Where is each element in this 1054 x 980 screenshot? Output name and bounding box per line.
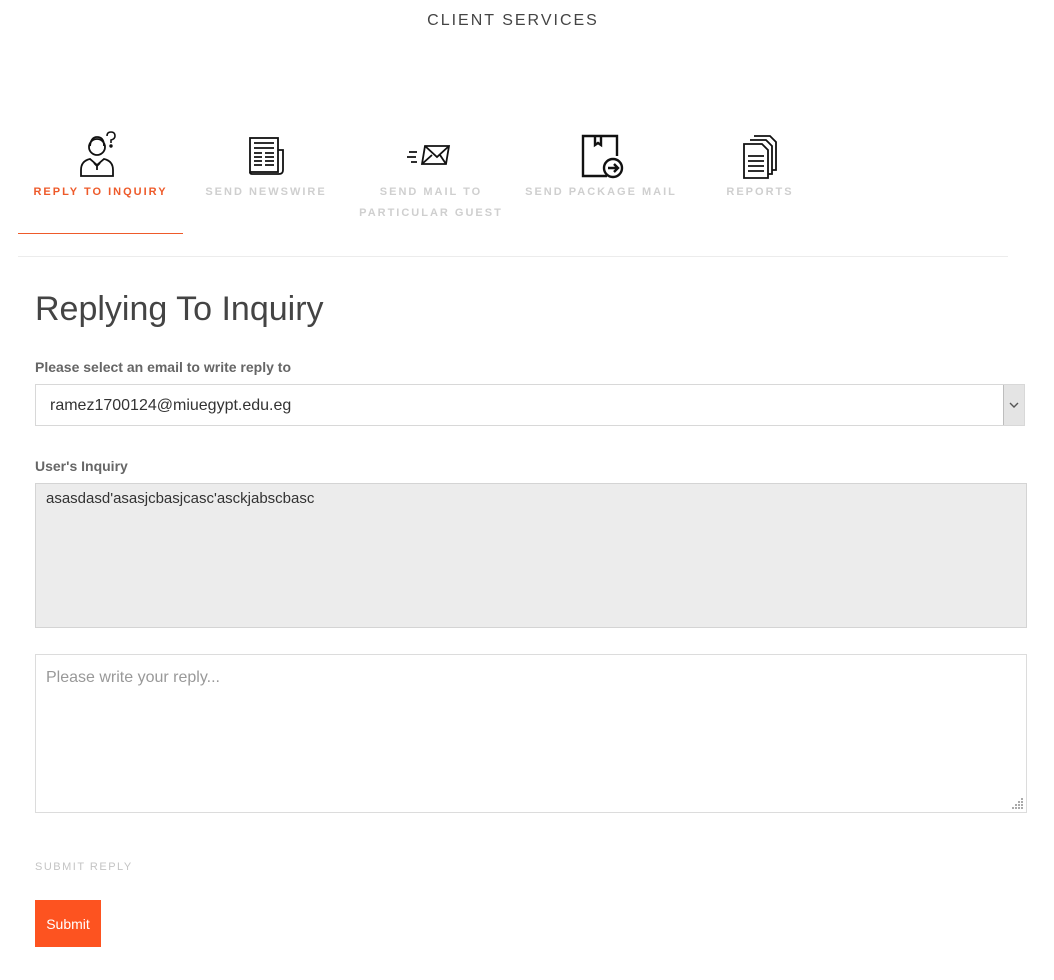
send-mail-icon [407, 145, 451, 165]
package-mail-icon [581, 134, 624, 179]
tab-send-mail-to-guest[interactable]: SEND MAIL TO PARTICULAR GUEST [353, 130, 509, 234]
user-inquiry-box: asasdasd'asasjcbasjcasc'asckjabscbasc [35, 483, 1027, 628]
tab-label: SEND PACKAGE MAIL [525, 186, 677, 198]
reports-icon [743, 135, 777, 179]
support-agent-icon [79, 131, 116, 177]
chevron-down-icon[interactable] [1003, 385, 1024, 425]
email-select-label: Please select an email to write reply to [35, 359, 291, 375]
email-select-value: ramez1700124@miuegypt.edu.eg [50, 397, 292, 414]
reply-textarea[interactable] [35, 654, 1027, 813]
tab-label: REPLY TO INQUIRY [33, 186, 168, 198]
active-tab-underline [18, 233, 183, 234]
inquiry-text: asasdasd'asasjcbasjcasc'asckjabscbasc [46, 490, 315, 507]
inquiry-label: User's Inquiry [35, 458, 128, 474]
tab-label: SEND MAIL TO PARTICULAR GUEST [359, 186, 503, 219]
client-services-tabs: REPLY TO INQUIRY SEND NEWSWIRE SEND MAIL… [18, 130, 1008, 257]
resize-grip-icon[interactable] [1012, 797, 1024, 809]
newspaper-icon [249, 137, 284, 175]
email-select[interactable]: ramez1700124@miuegypt.edu.eg [35, 384, 1025, 426]
submit-button[interactable]: Submit [35, 900, 101, 947]
tab-reply-to-inquiry[interactable]: REPLY TO INQUIRY [18, 130, 183, 234]
tab-label: REPORTS [726, 186, 794, 198]
section-heading: Replying To Inquiry [35, 290, 324, 328]
tab-reports[interactable]: REPORTS [708, 130, 812, 234]
page-title: CLIENT SERVICES [427, 12, 599, 29]
submit-reply-caption: SUBMIT REPLY [35, 861, 133, 873]
tab-send-newswire[interactable]: SEND NEWSWIRE [198, 130, 334, 234]
tab-label: SEND NEWSWIRE [205, 186, 327, 198]
tab-send-package-mail[interactable]: SEND PACKAGE MAIL [523, 130, 679, 234]
